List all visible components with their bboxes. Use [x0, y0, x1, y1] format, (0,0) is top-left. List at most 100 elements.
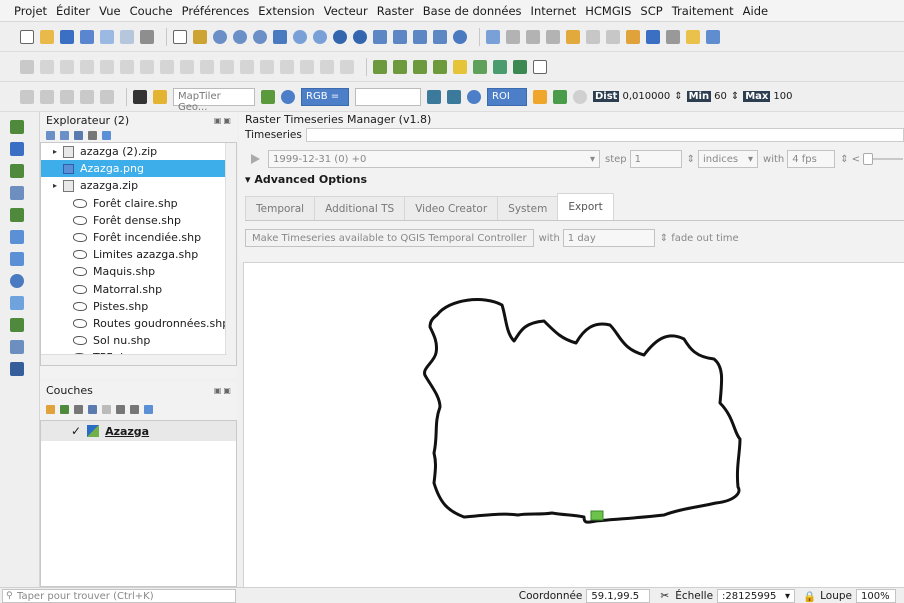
- layer-row[interactable]: ✓ Azazga: [41, 421, 236, 441]
- collapse-all-icon[interactable]: [88, 130, 97, 140]
- explorer-item[interactable]: ▸ azazga (2).zip: [41, 143, 236, 160]
- scp-roi-icon[interactable]: [427, 89, 441, 104]
- zoom-last-icon[interactable]: [353, 29, 367, 44]
- show-input-icon[interactable]: [100, 89, 114, 104]
- merge-raster-icon[interactable]: [433, 59, 447, 74]
- refresh-icon[interactable]: [453, 29, 467, 44]
- zoom-out-icon[interactable]: [233, 29, 247, 44]
- scp-add-icon[interactable]: [553, 89, 567, 104]
- menu-item-13[interactable]: Aide: [743, 4, 768, 18]
- pan-to-selection-icon[interactable]: [193, 29, 207, 44]
- add-delimited-text-icon[interactable]: [10, 164, 24, 178]
- refresh-explorer-icon[interactable]: [60, 130, 69, 140]
- processing-toolbox-icon[interactable]: [626, 29, 640, 44]
- menu-item-12[interactable]: Traitement: [672, 4, 734, 18]
- menu-item-3[interactable]: Couche: [130, 4, 173, 18]
- menu-item-10[interactable]: HCMGIS: [585, 4, 631, 18]
- locator-icon[interactable]: [153, 89, 167, 104]
- zoom-scp-icon[interactable]: [20, 89, 34, 104]
- field-calculator-icon[interactable]: [606, 29, 620, 44]
- play-icon[interactable]: [251, 154, 260, 164]
- tab-video-creator[interactable]: Video Creator: [404, 196, 499, 220]
- previous-icon[interactable]: <: [852, 154, 860, 165]
- scale-combo[interactable]: :28125995 ▾: [717, 589, 796, 603]
- new-project-icon[interactable]: [20, 29, 34, 44]
- menu-item-1[interactable]: Éditer: [56, 4, 90, 18]
- zoom-in-icon[interactable]: [213, 29, 227, 44]
- scp-clock-icon[interactable]: [573, 89, 587, 104]
- explorer-item[interactable]: Forêt dense.shp: [41, 212, 236, 229]
- panel-float-close-icon[interactable]: ▣▣: [214, 116, 233, 125]
- attribute-table-icon[interactable]: [586, 29, 600, 44]
- scp-preprocess-icon[interactable]: [493, 59, 507, 74]
- new-map-view-icon[interactable]: [393, 29, 407, 44]
- filter-legend-icon[interactable]: [88, 404, 97, 414]
- dist-spinner-icon[interactable]: ⇕: [674, 91, 682, 102]
- scp-input-image-icon[interactable]: [261, 89, 275, 104]
- roi-button[interactable]: ROI: [487, 87, 527, 106]
- menu-item-2[interactable]: Vue: [99, 4, 120, 18]
- manage-visibility-icon[interactable]: [74, 404, 83, 414]
- fps-spinner-icon[interactable]: ⇕: [840, 154, 848, 165]
- scp-postprocess-icon[interactable]: [513, 59, 527, 74]
- min-spinner-icon[interactable]: ⇕: [731, 91, 739, 102]
- add-raster-layer-icon[interactable]: [10, 142, 24, 156]
- lock-icon[interactable]: 🔒: [803, 590, 816, 603]
- select-by-value-icon[interactable]: [546, 29, 560, 44]
- add-wcs-icon[interactable]: [10, 274, 24, 288]
- layer-name[interactable]: Azazga: [105, 425, 149, 438]
- layout-manager-icon[interactable]: [120, 29, 134, 44]
- add-virtual-layer-icon[interactable]: [10, 208, 24, 222]
- tab-system[interactable]: System: [497, 196, 559, 220]
- open-project-icon[interactable]: [40, 29, 54, 44]
- zoom-selection-icon[interactable]: [293, 29, 307, 44]
- explorer-item[interactable]: Azazga.png: [41, 160, 236, 178]
- statistics-icon[interactable]: [646, 29, 660, 44]
- new-geopackage-icon[interactable]: [10, 362, 24, 376]
- duration-input[interactable]: 1 day: [562, 229, 655, 247]
- copy-features-icon[interactable]: [180, 59, 194, 74]
- map-canvas[interactable]: [243, 262, 904, 587]
- measure-icon[interactable]: [666, 29, 680, 44]
- explorer-tree[interactable]: ▸ azazga (2).zip Azazga.png ▸ azazga.zip Forê…: [40, 142, 237, 366]
- max-value[interactable]: 100: [773, 91, 792, 102]
- stretch-icon[interactable]: [80, 89, 94, 104]
- save-as-icon[interactable]: [80, 29, 94, 44]
- date-combo[interactable]: 1999-12-31 (0) +0 ▾: [268, 150, 600, 168]
- explorer-item[interactable]: Matorral.shp: [41, 281, 236, 298]
- layers-tree[interactable]: ✓ Azazga: [40, 420, 237, 587]
- show-hide-label-icon[interactable]: [300, 59, 314, 74]
- scp-roi-zoom-icon[interactable]: [467, 89, 481, 104]
- redo-icon[interactable]: [240, 59, 254, 74]
- menu-item-4[interactable]: Préférences: [182, 4, 250, 18]
- raster-calc-icon[interactable]: [393, 59, 407, 74]
- label-tool-icon[interactable]: [260, 59, 274, 74]
- scp-roi-polygon-icon[interactable]: [447, 89, 461, 104]
- make-timeseries-button[interactable]: Make Timeseries available to QGIS Tempor…: [245, 229, 534, 247]
- min-value[interactable]: 60: [714, 91, 727, 102]
- new-print-layout-icon[interactable]: [100, 29, 114, 44]
- expand-arrow-icon[interactable]: ▸: [41, 181, 63, 190]
- explorer-item[interactable]: Sol nu.shp: [41, 332, 236, 349]
- zoom-native-icon[interactable]: [333, 29, 347, 44]
- zoom-layer-icon[interactable]: [313, 29, 327, 44]
- add-mesh-icon[interactable]: [10, 296, 24, 310]
- coordinate-input[interactable]: 59.1,99.5: [586, 589, 651, 603]
- collapse-layers-icon[interactable]: [130, 404, 139, 414]
- style-manager-icon[interactable]: [140, 29, 154, 44]
- scp-region-icon[interactable]: [533, 89, 547, 104]
- rotate-label-icon[interactable]: [340, 59, 354, 74]
- menu-item-9[interactable]: Internet: [531, 4, 577, 18]
- grid-icon[interactable]: [533, 59, 547, 74]
- add-arcgis-icon[interactable]: [10, 318, 24, 332]
- zoom-rubberband-icon[interactable]: [253, 29, 267, 44]
- scp-band-set-icon[interactable]: [453, 59, 467, 74]
- scale-lock-icon[interactable]: ✂: [660, 590, 669, 602]
- explorer-item[interactable]: ▸ azazga.zip: [41, 177, 236, 194]
- add-vector-layer-icon[interactable]: [10, 120, 24, 134]
- deselect-icon[interactable]: [566, 29, 580, 44]
- spinner-icon[interactable]: ⇕: [687, 154, 695, 165]
- add-layer-icon[interactable]: [40, 59, 54, 74]
- explorer-item[interactable]: Forêt incendiée.shp: [41, 229, 236, 246]
- save-edits-icon[interactable]: [80, 59, 94, 74]
